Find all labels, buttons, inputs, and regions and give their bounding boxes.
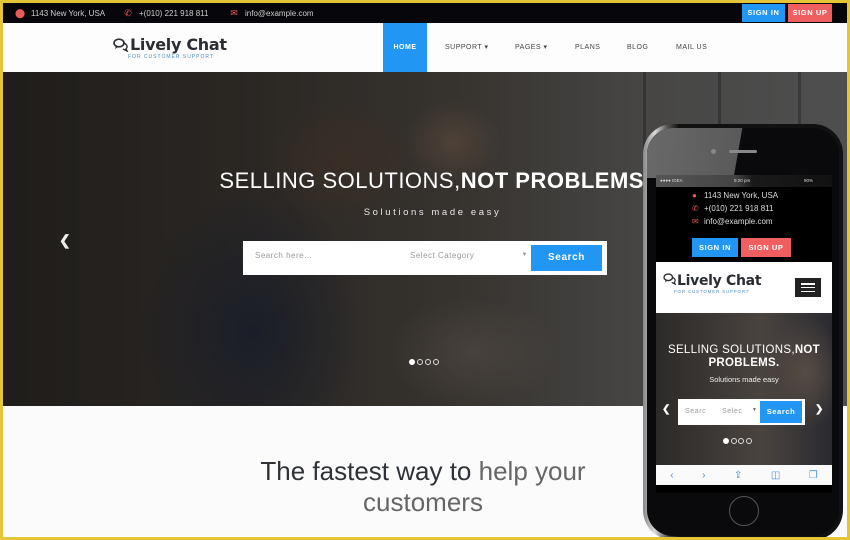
mobile-info: ● 1143 New York, USA ✆ +(010) 221 918 811 …	[656, 189, 832, 228]
nav-support[interactable]: SUPPORT ▾	[445, 23, 489, 72]
caret-down-icon: ▼	[752, 407, 758, 413]
map-pin-icon: ⬤	[15, 8, 26, 18]
nav-home[interactable]: HOME	[383, 23, 427, 72]
phone-text: +(010) 221 918 811	[139, 9, 209, 18]
slide-dot-2[interactable]	[417, 359, 423, 365]
mobile-navbar: Lively Chat FOR CUSTOMER SUPPORT	[656, 262, 832, 313]
address-text: 1143 New York, USA	[31, 9, 106, 18]
browser-toolbar: ‹ › ⇪ ◫ ❐	[656, 465, 832, 485]
phone-status-bar: ●●●● IDEA 9:20 pm 90%	[656, 175, 832, 187]
camera-icon	[711, 149, 716, 154]
site-logo[interactable]: Lively Chat FOR CUSTOMER SUPPORT	[113, 35, 227, 60]
section-heading-dark: The fastest way to	[260, 456, 472, 486]
mobile-auth-buttons: SIGN IN SIGN UP	[692, 238, 791, 257]
forward-icon[interactable]: ›	[702, 470, 705, 481]
back-icon[interactable]: ‹	[670, 470, 673, 481]
status-time: 9:20 pm	[734, 178, 751, 183]
mobile-search-button[interactable]: Search	[760, 401, 802, 423]
prev-slide-arrow-icon[interactable]: ❮	[59, 232, 71, 249]
envelope-icon: ✉	[692, 217, 699, 226]
mobile-slide-dot-1[interactable]	[723, 438, 729, 444]
mobile-sign-in-button[interactable]: SIGN IN	[692, 238, 738, 257]
chat-bubbles-icon	[113, 37, 129, 52]
phone-mockup: ●●●● IDEA 9:20 pm 90% ● 1143 New York, US…	[643, 124, 843, 537]
slide-dot-3[interactable]	[425, 359, 431, 365]
search-input[interactable]: Search here...	[255, 251, 312, 260]
nav-mail-us[interactable]: MAIL US	[676, 23, 707, 72]
nav-plans[interactable]: PLANS	[575, 23, 600, 72]
mobile-slide-dot-2[interactable]	[730, 438, 737, 444]
slider-pagination	[409, 359, 439, 365]
brand-tagline: FOR CUSTOMER SUPPORT	[128, 54, 214, 60]
mobile-slide-dot-4[interactable]	[745, 438, 752, 444]
tabs-icon[interactable]: ❐	[809, 470, 818, 481]
phone-screen: ●●●● IDEA 9:20 pm 90% ● 1143 New York, US…	[656, 175, 832, 493]
brand-name: Lively Chat	[130, 35, 227, 54]
search-button[interactable]: Search	[531, 245, 602, 271]
mobile-hero-title: SELLING SOLUTIONS,NOT PROBLEMS.	[656, 344, 832, 370]
mobile-slide-dot-3[interactable]	[738, 438, 744, 444]
phone-info: ✆ +(010) 221 918 811	[123, 8, 208, 19]
section-heading: The fastest way to help your customers	[203, 456, 643, 518]
hamburger-menu-icon[interactable]	[795, 278, 821, 297]
mobile-hero-subtitle: Solutions made easy	[709, 375, 779, 384]
email-info: ✉ info@example.com	[229, 8, 314, 19]
speaker-icon	[729, 150, 757, 153]
email-link[interactable]: info@example.com	[245, 9, 314, 18]
slide-dot-4[interactable]	[433, 359, 439, 365]
address-info: ⬤ 1143 New York, USA	[15, 8, 105, 19]
status-carrier: ●●●● IDEA	[660, 178, 683, 183]
mobile-prev-arrow-icon[interactable]: ❮	[662, 404, 670, 415]
envelope-icon: ✉	[230, 8, 238, 18]
sign-up-button[interactable]: SIGN UP	[788, 4, 832, 22]
mobile-brand-tagline: FOR CUSTOMER SUPPORT	[674, 289, 750, 294]
phone-icon: ✆	[124, 8, 132, 18]
mobile-hero: SELLING SOLUTIONS,NOT PROBLEMS. Solution…	[656, 313, 832, 465]
mobile-phone: +(010) 221 918 811	[704, 204, 774, 213]
top-info-bar: ⬤ 1143 New York, USA ✆ +(010) 221 918 81…	[3, 3, 847, 23]
mobile-title-light: SELLING SOLUTIONS,	[667, 344, 795, 356]
hero-title-bold: NOT PROBLEMS.	[460, 168, 651, 193]
bookmarks-icon[interactable]: ◫	[771, 470, 780, 481]
nav-blog[interactable]: BLOG	[627, 23, 648, 72]
sign-in-button[interactable]: SIGN IN	[742, 4, 785, 22]
mobile-search-form: Searc Selec ▼ Search	[678, 399, 805, 425]
mobile-slider-pagination	[723, 438, 752, 444]
category-select-label: Select Category	[410, 251, 475, 260]
caret-down-icon: ▼	[521, 252, 528, 258]
status-battery: 90%	[804, 178, 814, 183]
chat-bubbles-icon	[663, 273, 677, 286]
mobile-address: 1143 New York, USA	[704, 191, 779, 200]
mobile-next-arrow-icon[interactable]: ❯	[815, 404, 823, 415]
category-select[interactable]: Select Category ▼	[410, 251, 528, 260]
mobile-brand-name: Lively Chat	[677, 273, 762, 289]
mobile-sign-up-button[interactable]: SIGN UP	[741, 238, 791, 257]
map-pin-icon: ●	[692, 191, 697, 200]
slide-dot-1[interactable]	[409, 359, 415, 365]
hero-title-light: SELLING SOLUTIONS,	[219, 168, 461, 193]
mobile-search-input[interactable]: Searc	[685, 408, 706, 415]
home-button-icon	[729, 496, 759, 526]
search-form: Search here... Select Category ▼ Search	[243, 241, 607, 275]
phone-glare	[647, 128, 757, 178]
phone-icon: ✆	[692, 204, 699, 213]
nav-pages[interactable]: PAGES ▾	[515, 23, 548, 72]
main-navbar: Lively Chat FOR CUSTOMER SUPPORT HOME SU…	[3, 23, 847, 72]
share-icon[interactable]: ⇪	[734, 470, 742, 481]
phone-body: ●●●● IDEA 9:20 pm 90% ● 1143 New York, US…	[647, 128, 839, 536]
mobile-logo[interactable]: Lively Chat FOR CUSTOMER SUPPORT	[663, 273, 762, 294]
mobile-category-select[interactable]: Selec	[722, 408, 743, 415]
page: ⬤ 1143 New York, USA ✆ +(010) 221 918 81…	[3, 3, 847, 537]
mobile-email[interactable]: info@example.com	[704, 217, 773, 226]
